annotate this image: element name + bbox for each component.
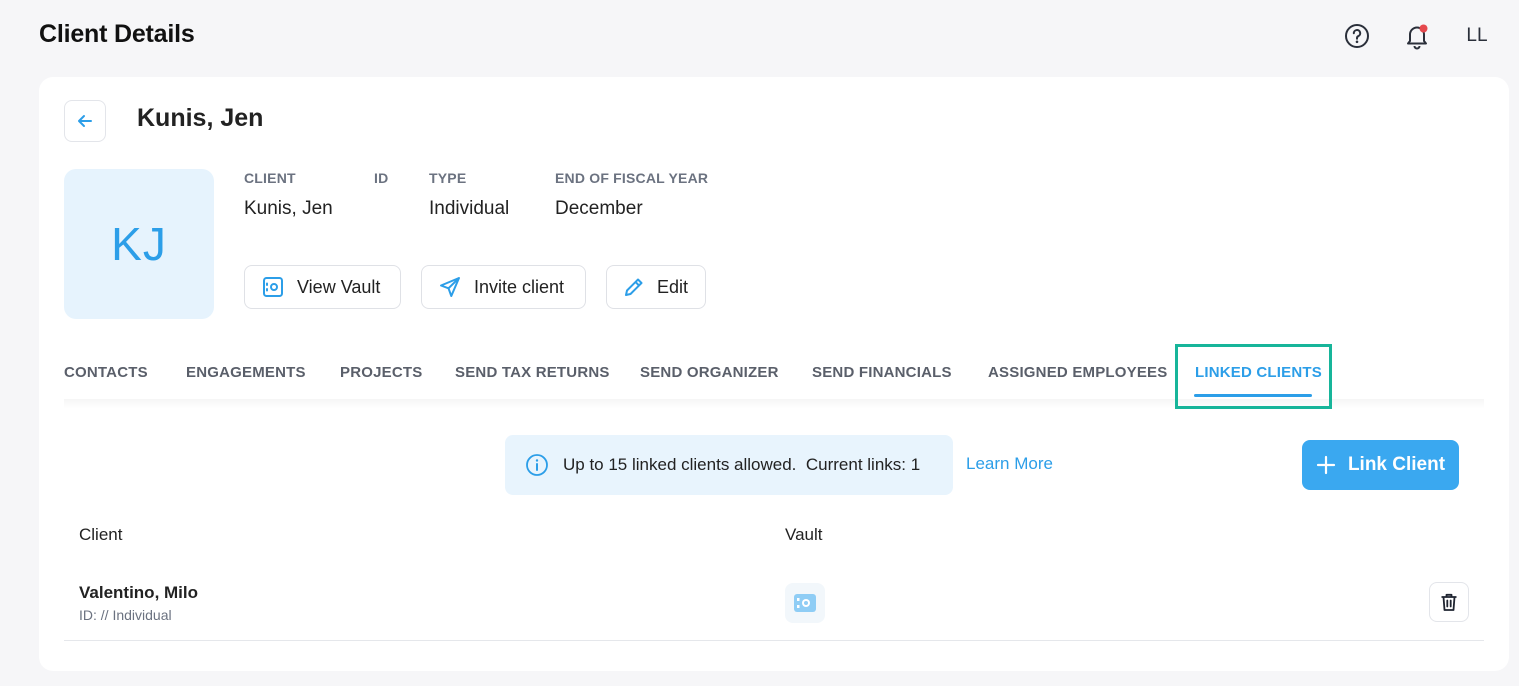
type-label: TYPE — [429, 170, 467, 186]
invite-client-label: Invite client — [474, 276, 565, 297]
tab-contacts[interactable]: CONTACTS — [64, 343, 148, 401]
type-value: Individual — [429, 198, 510, 219]
view-vault-label: View Vault — [297, 276, 381, 297]
client-initials: KJ — [111, 218, 167, 270]
vault-icon — [794, 594, 816, 612]
tab-focus-highlight — [1175, 344, 1332, 409]
tab-send-tax-returns[interactable]: SEND TAX RETURNS — [455, 343, 610, 401]
send-icon — [440, 277, 460, 297]
column-header-client: Client — [79, 525, 123, 544]
type-field: TYPE Individual — [429, 170, 509, 220]
client-name-heading: Kunis, Jen — [137, 104, 264, 132]
plus-icon — [1316, 455, 1336, 475]
back-button[interactable] — [64, 100, 106, 142]
bell-icon[interactable] — [1401, 20, 1433, 52]
client-avatar: KJ — [64, 169, 214, 319]
trash-icon — [1441, 593, 1457, 611]
column-header-vault: Vault — [785, 525, 823, 544]
link-client-button[interactable]: Link Client — [1302, 440, 1459, 490]
page-title: Client Details — [39, 20, 195, 48]
info-icon — [526, 454, 548, 476]
id-label: ID — [374, 170, 389, 186]
edit-button[interactable]: Edit — [606, 265, 706, 309]
learn-more-link[interactable]: Learn More — [966, 454, 1053, 474]
tab-engagements[interactable]: ENGAGEMENTS — [186, 343, 306, 401]
tab-projects[interactable]: PROJECTS — [340, 343, 422, 401]
edit-label: Edit — [657, 276, 689, 297]
help-circle-icon[interactable] — [1341, 20, 1373, 52]
banner-text: Up to 15 linked clients allowed. Current… — [563, 455, 921, 474]
linked-clients-info-banner: Up to 15 linked clients allowed. Current… — [505, 435, 953, 495]
tab-send-organizer[interactable]: SEND ORGANIZER — [640, 343, 779, 401]
tab-send-financials[interactable]: SEND FINANCIALS — [812, 343, 952, 401]
fiscal-year-label: END OF FISCAL YEAR — [555, 170, 709, 186]
link-client-label: Link Client — [1347, 454, 1446, 475]
client-field: CLIENT Kunis, Jen — [244, 170, 333, 220]
client-value: Kunis, Jen — [244, 198, 333, 219]
top-actions: LL — [1341, 20, 1493, 52]
tab-assigned-employees[interactable]: ASSIGNED EMPLOYEES — [988, 343, 1167, 401]
fiscal-year-field: END OF FISCAL YEAR December — [555, 170, 708, 220]
id-field: ID — [374, 170, 388, 198]
fiscal-year-value: December — [555, 198, 643, 219]
linked-client-vault-button[interactable] — [785, 583, 825, 623]
invite-client-button[interactable]: Invite client — [421, 265, 586, 309]
arrow-left-icon — [78, 115, 92, 127]
client-label: CLIENT — [244, 170, 296, 186]
delete-link-button[interactable] — [1429, 582, 1469, 622]
linked-client-meta: ID: // Individual — [79, 607, 172, 623]
vault-icon — [263, 277, 283, 297]
table-row: Valentino, Milo ID: // Individual — [64, 565, 1484, 641]
linked-client-name[interactable]: Valentino, Milo — [79, 583, 198, 603]
pencil-icon — [625, 278, 643, 296]
client-details-card: Kunis, Jen KJ CLIENT Kunis, Jen ID TYPE … — [39, 77, 1509, 671]
view-vault-button[interactable]: View Vault — [244, 265, 401, 309]
user-avatar[interactable]: LL — [1461, 25, 1493, 47]
